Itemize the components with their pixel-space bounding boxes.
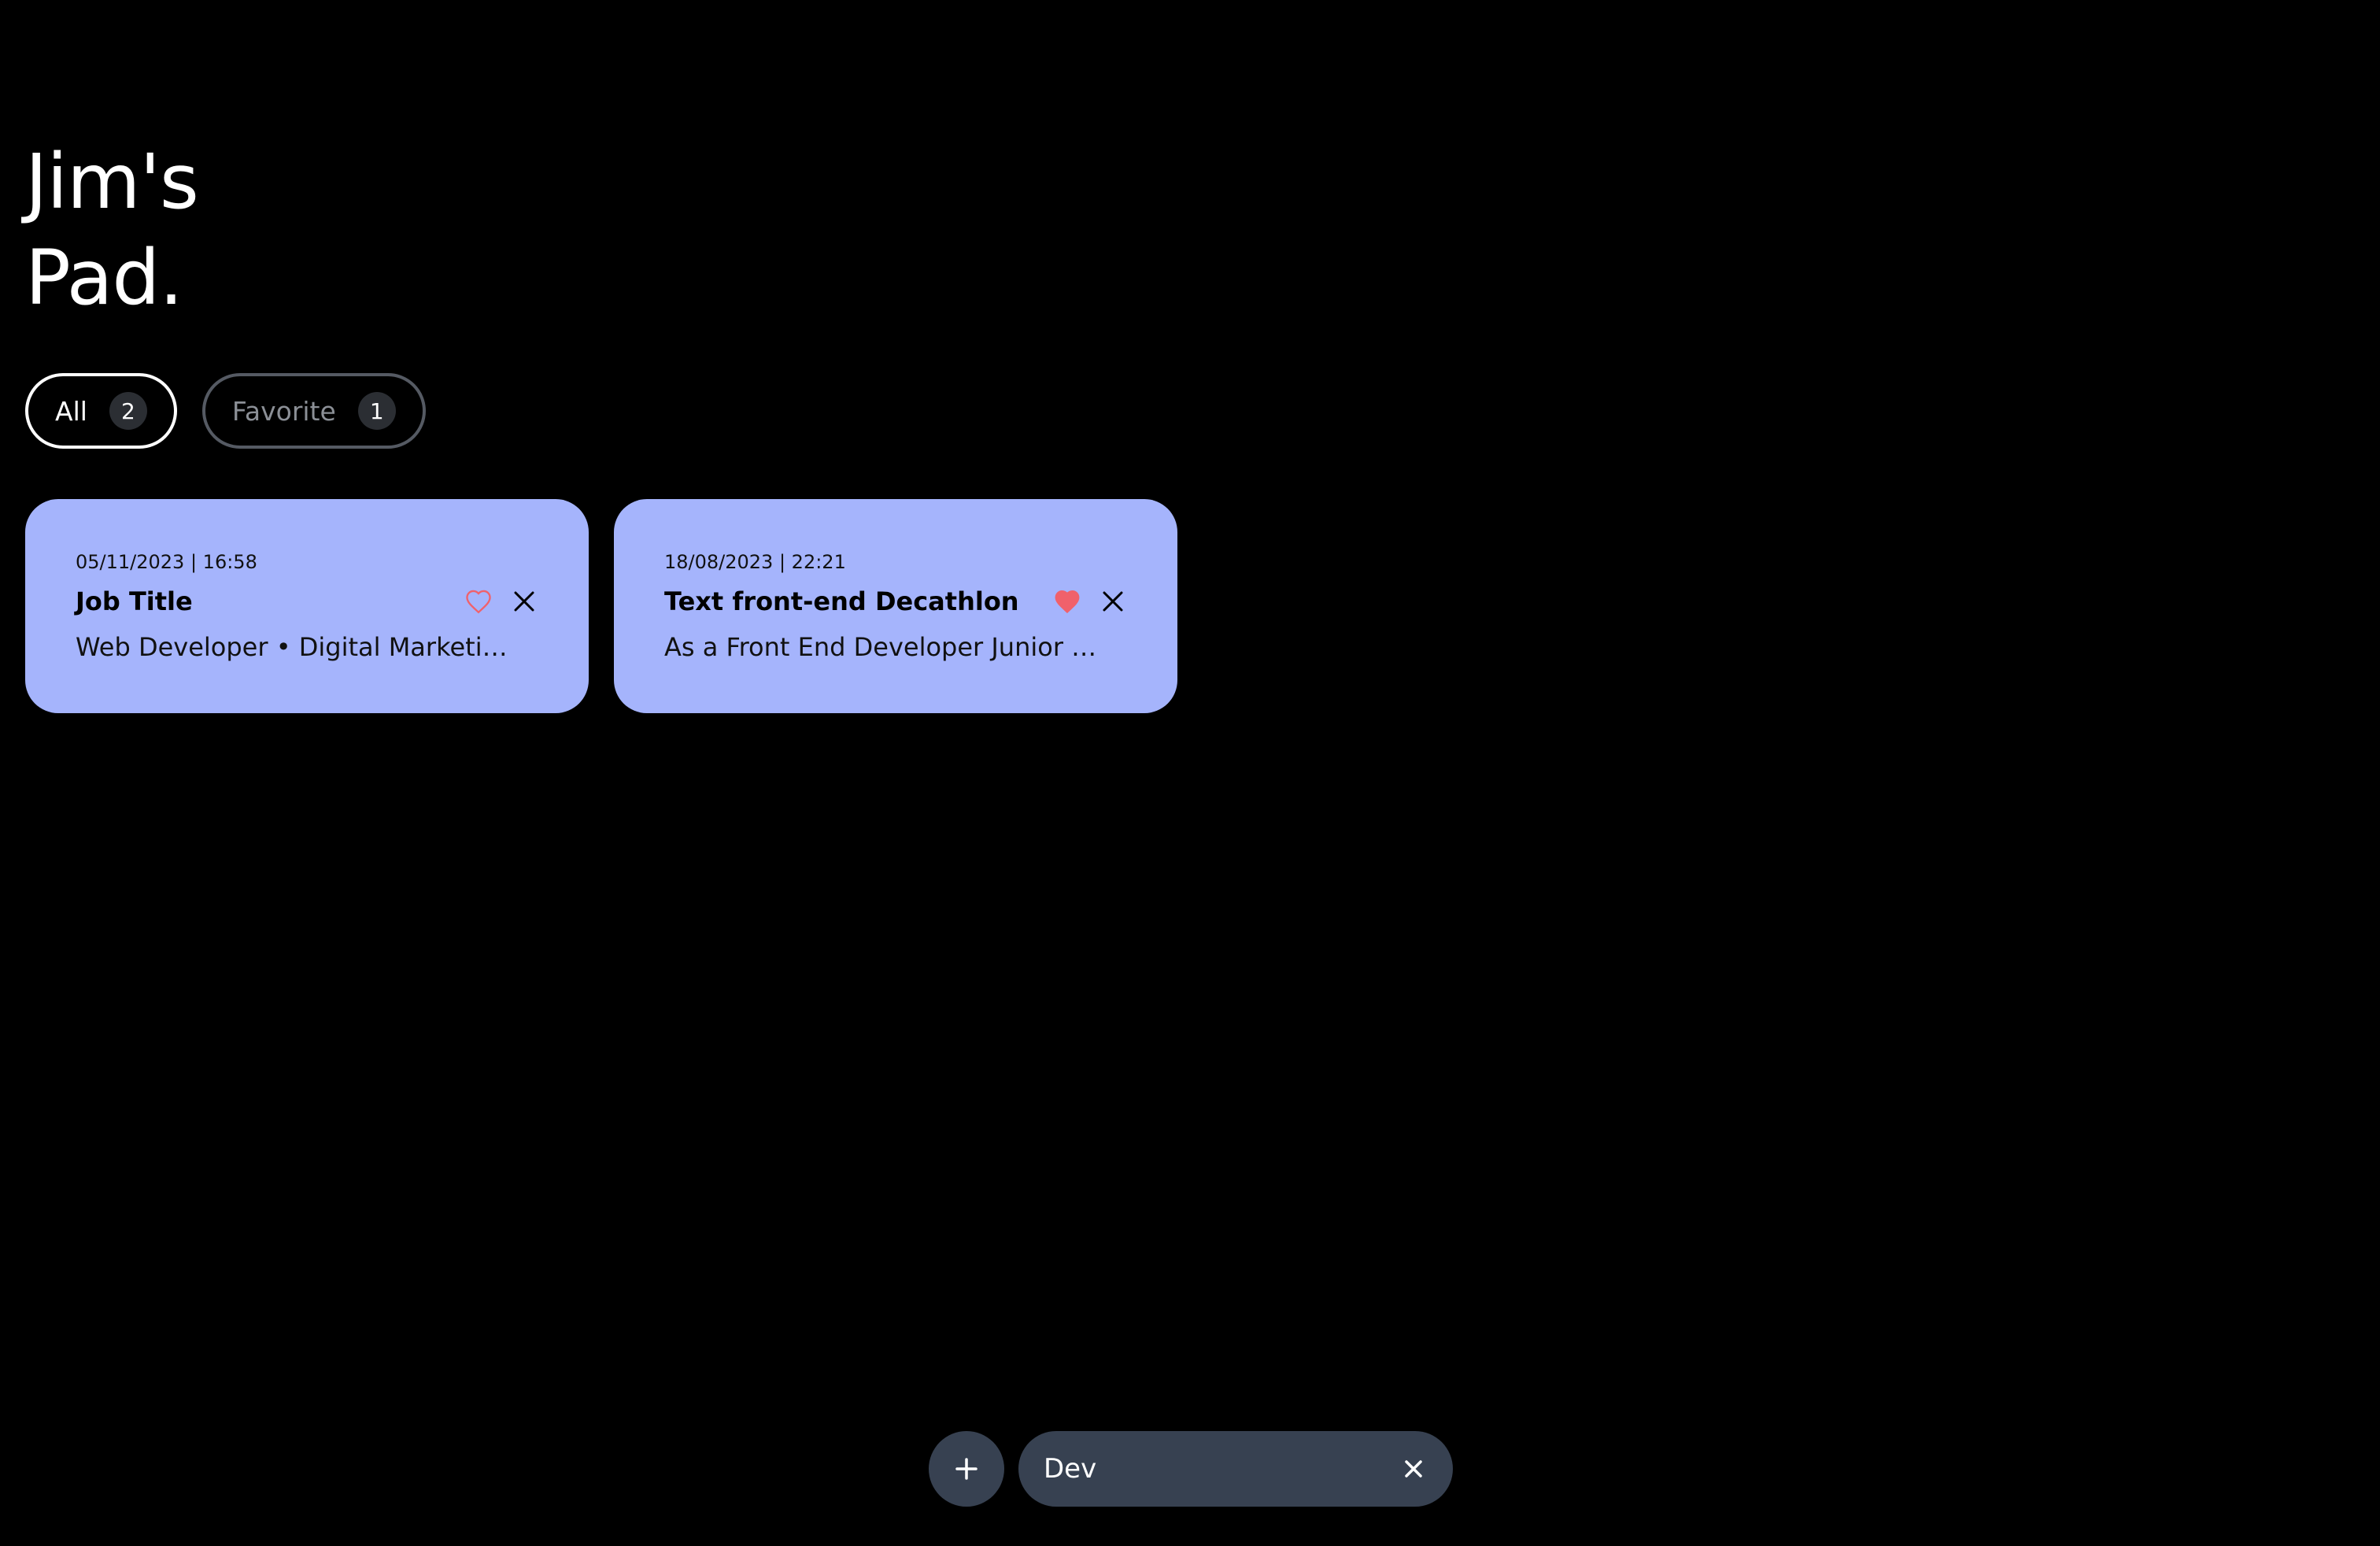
note-description: Web Developer • Digital Marketing... [76, 632, 516, 662]
close-icon [1103, 591, 1123, 612]
note-description: As a Front End Developer Junior at... [664, 632, 1105, 662]
plus-icon [955, 1458, 978, 1480]
heart-icon [466, 590, 491, 614]
app-title-line-2: Pad. [25, 234, 183, 322]
note-card[interactable]: 18/08/2023 | 22:21 Text front-end Decath… [614, 499, 1177, 713]
filter-tabs: All 2 Favorite 1 [25, 373, 426, 449]
note-date: 05/11/2023 | 16:58 [76, 551, 257, 573]
note-card[interactable]: 05/11/2023 | 16:58 Job Title Web Develop… [25, 499, 589, 713]
search-field [1018, 1431, 1453, 1507]
favorite-button[interactable] [464, 587, 493, 616]
heart-icon [1055, 590, 1080, 614]
favorite-button[interactable] [1053, 587, 1081, 616]
note-date: 18/08/2023 | 22:21 [664, 551, 846, 573]
filter-tab-count-badge: 1 [357, 392, 396, 430]
filter-tab-count-badge: 2 [109, 392, 147, 430]
clear-search-button[interactable] [1398, 1453, 1429, 1485]
delete-note-button[interactable] [1099, 587, 1127, 616]
note-header: Text front-end Decathlon [664, 584, 1127, 619]
filter-tab-label: All [55, 395, 87, 427]
app-root: Jim's Pad. All 2 Favorite 1 05/11/2023 |… [0, 0, 2380, 1546]
close-icon [1405, 1460, 1422, 1478]
note-actions [464, 587, 538, 616]
notes-list: 05/11/2023 | 16:58 Job Title Web Develop… [25, 499, 1177, 713]
close-icon [514, 591, 534, 612]
filter-tab-all[interactable]: All 2 [25, 373, 177, 449]
app-title-line-1: Jim's [25, 138, 199, 226]
bottom-toolbar [929, 1431, 1453, 1507]
app-title: Jim's Pad. [25, 134, 199, 326]
note-title: Text front-end Decathlon [664, 586, 1019, 616]
filter-tab-label: Favorite [231, 395, 336, 427]
add-note-button[interactable] [929, 1431, 1004, 1507]
note-title: Job Title [76, 586, 193, 616]
note-header: Job Title [76, 584, 538, 619]
delete-note-button[interactable] [510, 587, 538, 616]
note-actions [1053, 587, 1127, 616]
filter-tab-favorite[interactable]: Favorite 1 [201, 373, 426, 449]
search-input[interactable] [1044, 1453, 1374, 1485]
